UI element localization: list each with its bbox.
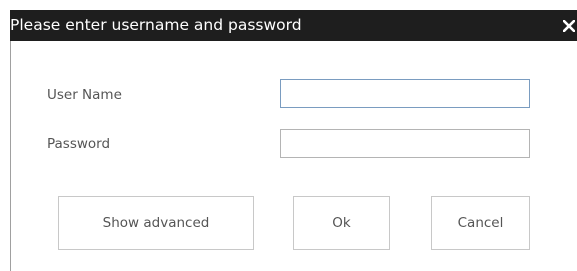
- username-input[interactable]: [280, 79, 530, 108]
- dialog-content: User Name Password Show advanced Ok Canc…: [10, 41, 577, 271]
- dialog-title: Please enter username and password: [10, 16, 302, 34]
- close-button[interactable]: [559, 10, 577, 41]
- password-label: Password: [47, 136, 111, 152]
- dialog-titlebar: Please enter username and password: [10, 10, 577, 41]
- username-label: User Name: [47, 87, 122, 103]
- password-input[interactable]: [280, 129, 530, 158]
- ok-button[interactable]: Ok: [293, 196, 390, 250]
- login-dialog: Please enter username and password User …: [0, 0, 577, 271]
- show-advanced-button[interactable]: Show advanced: [58, 196, 254, 250]
- cancel-button[interactable]: Cancel: [431, 196, 530, 250]
- close-icon: [563, 20, 575, 32]
